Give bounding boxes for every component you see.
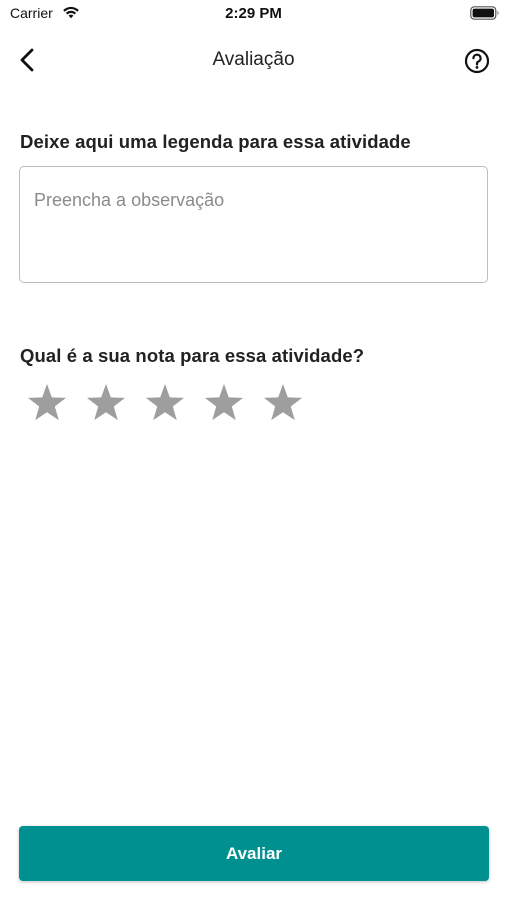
battery-full-icon (470, 6, 500, 20)
nav-bar: Avaliação (0, 36, 507, 84)
rating-label: Qual é a sua nota para essa atividade? (20, 345, 365, 366)
star-icon[interactable] (26, 382, 68, 424)
submit-button[interactable]: Avaliar (19, 826, 489, 881)
caption-label: Deixe aqui uma legenda para essa ativida… (20, 131, 411, 152)
star-icon[interactable] (203, 382, 245, 424)
star-icon[interactable] (85, 382, 127, 424)
observation-input[interactable] (19, 166, 488, 283)
status-time: 2:29 PM (225, 5, 282, 22)
page-title: Avaliação (212, 49, 295, 70)
star-icon[interactable] (262, 382, 304, 424)
star-rating (26, 382, 304, 424)
help-button[interactable] (464, 48, 490, 74)
status-bar: Carrier 2:29 PM (0, 0, 507, 28)
question-circle-icon (464, 48, 490, 74)
star-icon[interactable] (144, 382, 186, 424)
